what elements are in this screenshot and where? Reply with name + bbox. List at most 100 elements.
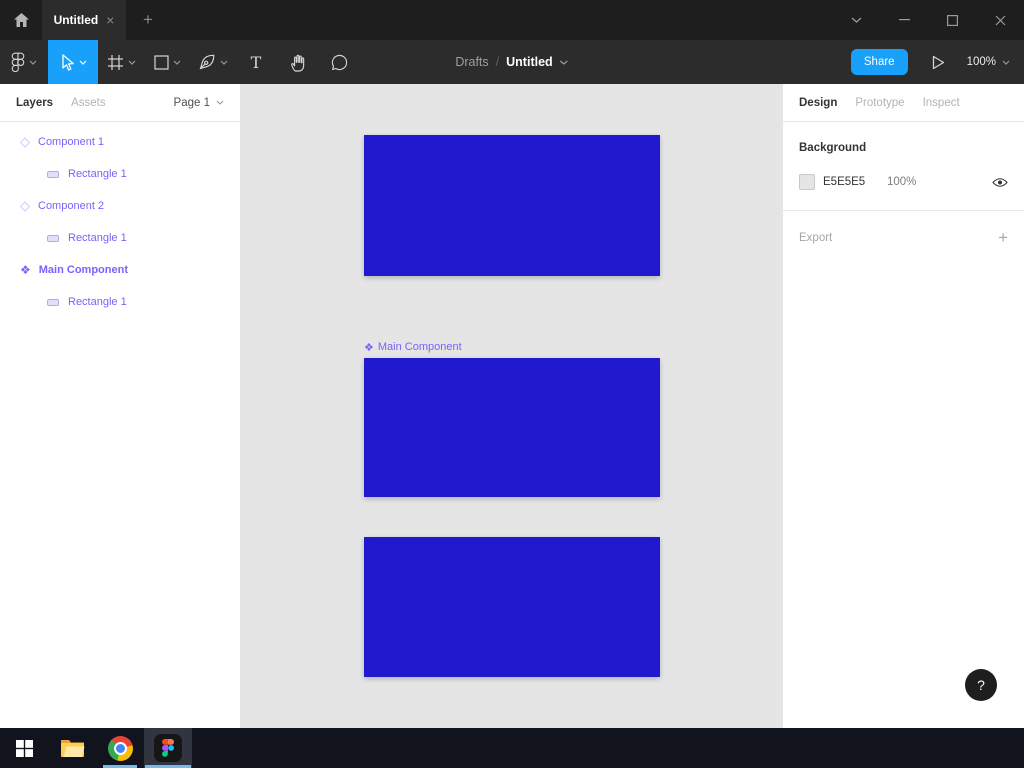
add-export-button[interactable]: + <box>998 229 1008 246</box>
layers-panel: Layers Assets Page 1 ◇ Component 1 Recta… <box>0 84 240 728</box>
zoom-control[interactable]: 100% <box>967 56 1010 68</box>
layer-row-main-component[interactable]: ❖ Main Component <box>0 254 240 286</box>
help-button[interactable]: ? <box>965 669 997 701</box>
chevron-down-icon <box>29 60 37 65</box>
canvas-rectangle-instance-1[interactable] <box>364 135 660 276</box>
main-component-icon: ❖ <box>20 263 31 277</box>
main-component-icon: ❖ <box>364 340 374 354</box>
export-section: Export + <box>783 211 1024 246</box>
zoom-level: 100% <box>966 56 996 68</box>
close-window-button[interactable] <box>976 0 1024 40</box>
window-menu-chevron-button[interactable] <box>832 0 880 40</box>
layer-row-component-2[interactable]: ◇ Component 2 <box>0 190 240 222</box>
eye-icon <box>992 177 1008 187</box>
opacity-value[interactable]: 100% <box>887 176 916 188</box>
filename-label: Untitled <box>506 55 553 69</box>
layer-name: Rectangle 1 <box>68 232 127 244</box>
chevron-down-icon <box>173 60 180 65</box>
chevron-down-icon <box>220 60 228 65</box>
tab-layers[interactable]: Layers <box>16 97 53 109</box>
background-section: Background E5E5E5 100% <box>783 122 1024 211</box>
canvas-rectangle-main-component[interactable] <box>364 358 660 497</box>
component-icon: ◇ <box>20 198 30 214</box>
frame-tool-button[interactable] <box>98 40 144 84</box>
pen-icon <box>199 54 215 70</box>
present-button[interactable] <box>932 55 945 70</box>
component-icon: ◇ <box>20 134 30 150</box>
breadcrumb-filename[interactable]: Untitled <box>506 55 569 69</box>
figma-app-button[interactable] <box>144 728 192 768</box>
question-mark-icon: ? <box>977 677 985 693</box>
window-controls <box>832 0 1024 40</box>
figma-logo-icon <box>11 52 25 72</box>
chevron-down-icon <box>79 60 86 65</box>
maximize-icon <box>946 14 958 26</box>
figma-desktop-app: { "colors": { "accent_blue": "#18A0FB", … <box>0 0 1024 768</box>
background-color-row: E5E5E5 100% <box>799 174 1008 190</box>
comment-bubble-icon <box>331 54 347 70</box>
minimize-icon <box>898 19 910 21</box>
breadcrumb: Drafts / Untitled <box>455 40 569 84</box>
layer-name: Component 2 <box>38 200 105 212</box>
play-icon <box>932 55 944 69</box>
move-tool-button[interactable] <box>48 40 98 84</box>
comment-tool-button[interactable] <box>318 40 360 84</box>
breadcrumb-separator: / <box>495 55 500 69</box>
new-tab-button[interactable]: + <box>126 0 170 40</box>
toolbar-right: Share 100% <box>850 40 1024 84</box>
tab-assets[interactable]: Assets <box>71 97 106 109</box>
shape-tool-button[interactable] <box>144 40 190 84</box>
pen-tool-button[interactable] <box>190 40 236 84</box>
chevron-down-icon <box>560 60 569 65</box>
page-selector[interactable]: Page 1 <box>174 97 224 109</box>
text-tool-button[interactable]: T <box>236 40 276 84</box>
tab-close-icon[interactable]: × <box>106 13 114 27</box>
tab-design[interactable]: Design <box>799 97 837 109</box>
layer-name: Component 1 <box>38 136 105 148</box>
windows-taskbar <box>0 728 1024 768</box>
home-button[interactable] <box>0 0 42 40</box>
frame-icon <box>107 54 123 70</box>
color-hex-value[interactable]: E5E5E5 <box>823 176 887 188</box>
file-explorer-button[interactable] <box>48 728 96 768</box>
tab-title: Untitled <box>53 13 99 27</box>
canvas-rectangle-instance-2[interactable] <box>364 537 660 677</box>
export-section-title: Export <box>799 231 833 244</box>
page-name: Page 1 <box>173 96 210 109</box>
document-tab[interactable]: Untitled × <box>42 0 126 40</box>
chevron-down-icon <box>1002 60 1010 65</box>
chrome-button[interactable] <box>96 728 144 768</box>
rectangle-shape-icon <box>153 54 169 70</box>
background-section-title: Background <box>799 142 867 154</box>
share-button[interactable]: Share <box>850 49 908 75</box>
main-component-label-text: Main Component <box>377 341 462 353</box>
titlebar: Untitled × + <box>0 0 1024 40</box>
minimize-button[interactable] <box>880 0 928 40</box>
properties-panel-header: Design Prototype Inspect <box>783 84 1024 122</box>
plus-icon: + <box>143 10 153 29</box>
home-icon <box>13 13 29 27</box>
layer-row-rectangle-3[interactable]: Rectangle 1 <box>0 286 240 318</box>
layers-panel-header: Layers Assets Page 1 <box>0 84 240 122</box>
chevron-down-icon <box>128 60 135 65</box>
rectangle-layer-icon <box>47 298 59 306</box>
start-button[interactable] <box>0 728 48 768</box>
figma-app-icon <box>154 734 182 762</box>
layer-row-rectangle-2[interactable]: Rectangle 1 <box>0 222 240 254</box>
color-swatch[interactable] <box>799 174 815 190</box>
tab-prototype[interactable]: Prototype <box>855 97 904 109</box>
canvas[interactable]: ❖ Main Component <box>240 84 783 728</box>
hand-tool-button[interactable] <box>276 40 318 84</box>
breadcrumb-project[interactable]: Drafts <box>455 55 488 69</box>
layer-row-component-1[interactable]: ◇ Component 1 <box>0 126 240 158</box>
windows-start-icon <box>15 739 33 757</box>
move-cursor-icon <box>61 53 74 71</box>
chevron-down-icon <box>851 17 861 23</box>
visibility-toggle[interactable] <box>992 177 1008 188</box>
tab-inspect[interactable]: Inspect <box>923 97 960 109</box>
chevron-down-icon <box>216 100 224 105</box>
main-component-label[interactable]: ❖ Main Component <box>364 341 462 353</box>
layer-row-rectangle-1[interactable]: Rectangle 1 <box>0 158 240 190</box>
maximize-button[interactable] <box>928 0 976 40</box>
main-menu-button[interactable] <box>0 40 48 84</box>
